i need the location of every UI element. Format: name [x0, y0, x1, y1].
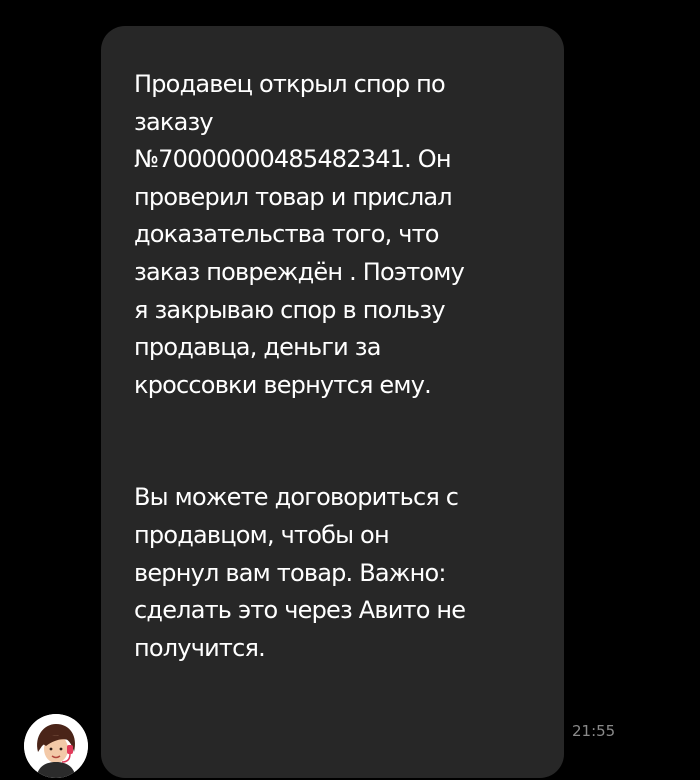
- message-bubble[interactable]: Продавец открыл спор по заказу №70000000…: [101, 26, 564, 778]
- message-paragraph-2: Вы можете договориться с продавцом, чтоб…: [134, 483, 466, 662]
- support-agent-avatar-icon: [24, 714, 88, 778]
- message-paragraph-1: Продавец открыл спор по заказу №70000000…: [134, 70, 465, 399]
- message-time: 21:55: [572, 722, 616, 740]
- sender-avatar[interactable]: [24, 714, 88, 778]
